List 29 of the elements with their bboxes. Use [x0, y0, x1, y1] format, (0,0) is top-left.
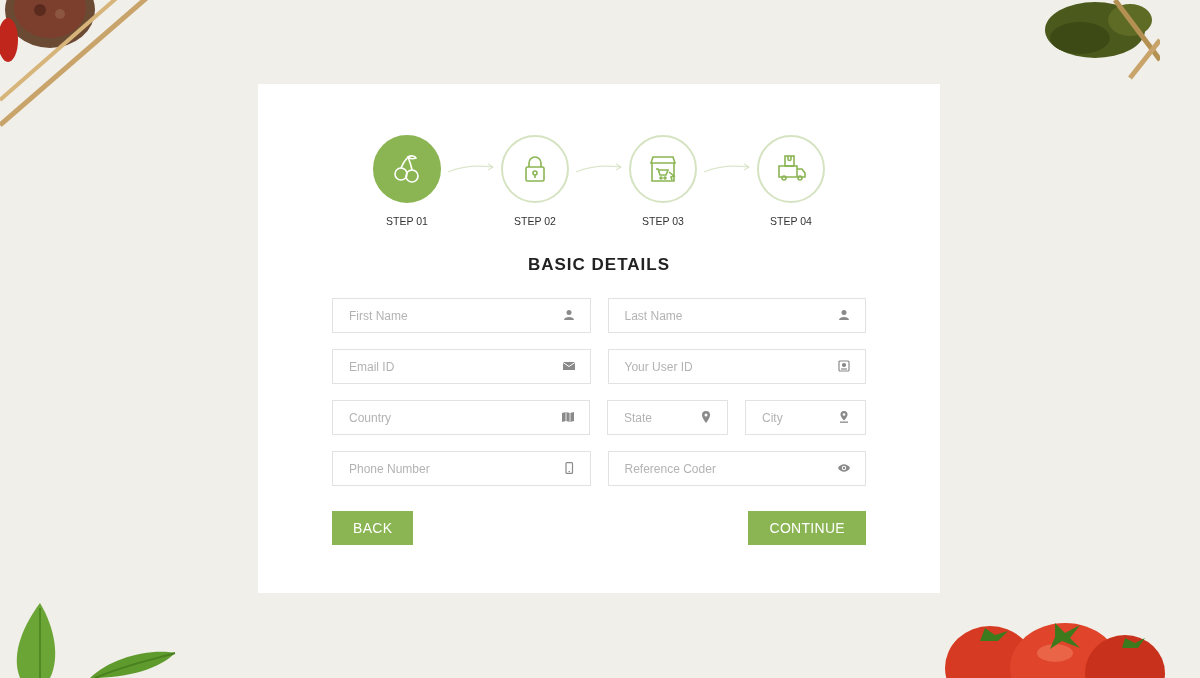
location-pin-icon: [700, 411, 712, 423]
step-label: STEP 04: [770, 215, 812, 227]
person-icon: [562, 309, 575, 321]
phone-icon: [562, 462, 575, 474]
mail-icon: [562, 360, 575, 372]
shop-icon: [647, 153, 679, 185]
arrow-icon: [703, 161, 751, 175]
person-icon: [838, 309, 850, 321]
back-button[interactable]: BACK: [332, 511, 414, 545]
arrow-icon: [447, 161, 495, 175]
input-field[interactable]: First Name: [332, 298, 591, 333]
input-field[interactable]: Reference Coder: [607, 451, 866, 486]
step-label: STEP 01: [386, 215, 428, 227]
input-field[interactable]: State: [607, 400, 728, 435]
eye-icon: [838, 462, 850, 474]
input-field[interactable]: City: [745, 400, 866, 435]
location-pin-icon: [838, 411, 850, 423]
input-field[interactable]: Last Name: [607, 298, 866, 333]
id-card-icon: [838, 360, 850, 372]
arrow-icon: [575, 161, 623, 175]
step-label: STEP 02: [514, 215, 556, 227]
input-field[interactable]: Email ID: [332, 349, 591, 384]
form-title: BASIC DETAILS: [527, 255, 671, 275]
continue-button[interactable]: CONTINUE: [748, 511, 866, 545]
input-field[interactable]: Your User ID: [607, 349, 866, 384]
step-label: STEP 03: [642, 215, 684, 227]
input-field[interactable]: Phone Number: [332, 451, 591, 486]
map-icon: [562, 411, 574, 423]
input-field[interactable]: Country: [332, 400, 590, 435]
